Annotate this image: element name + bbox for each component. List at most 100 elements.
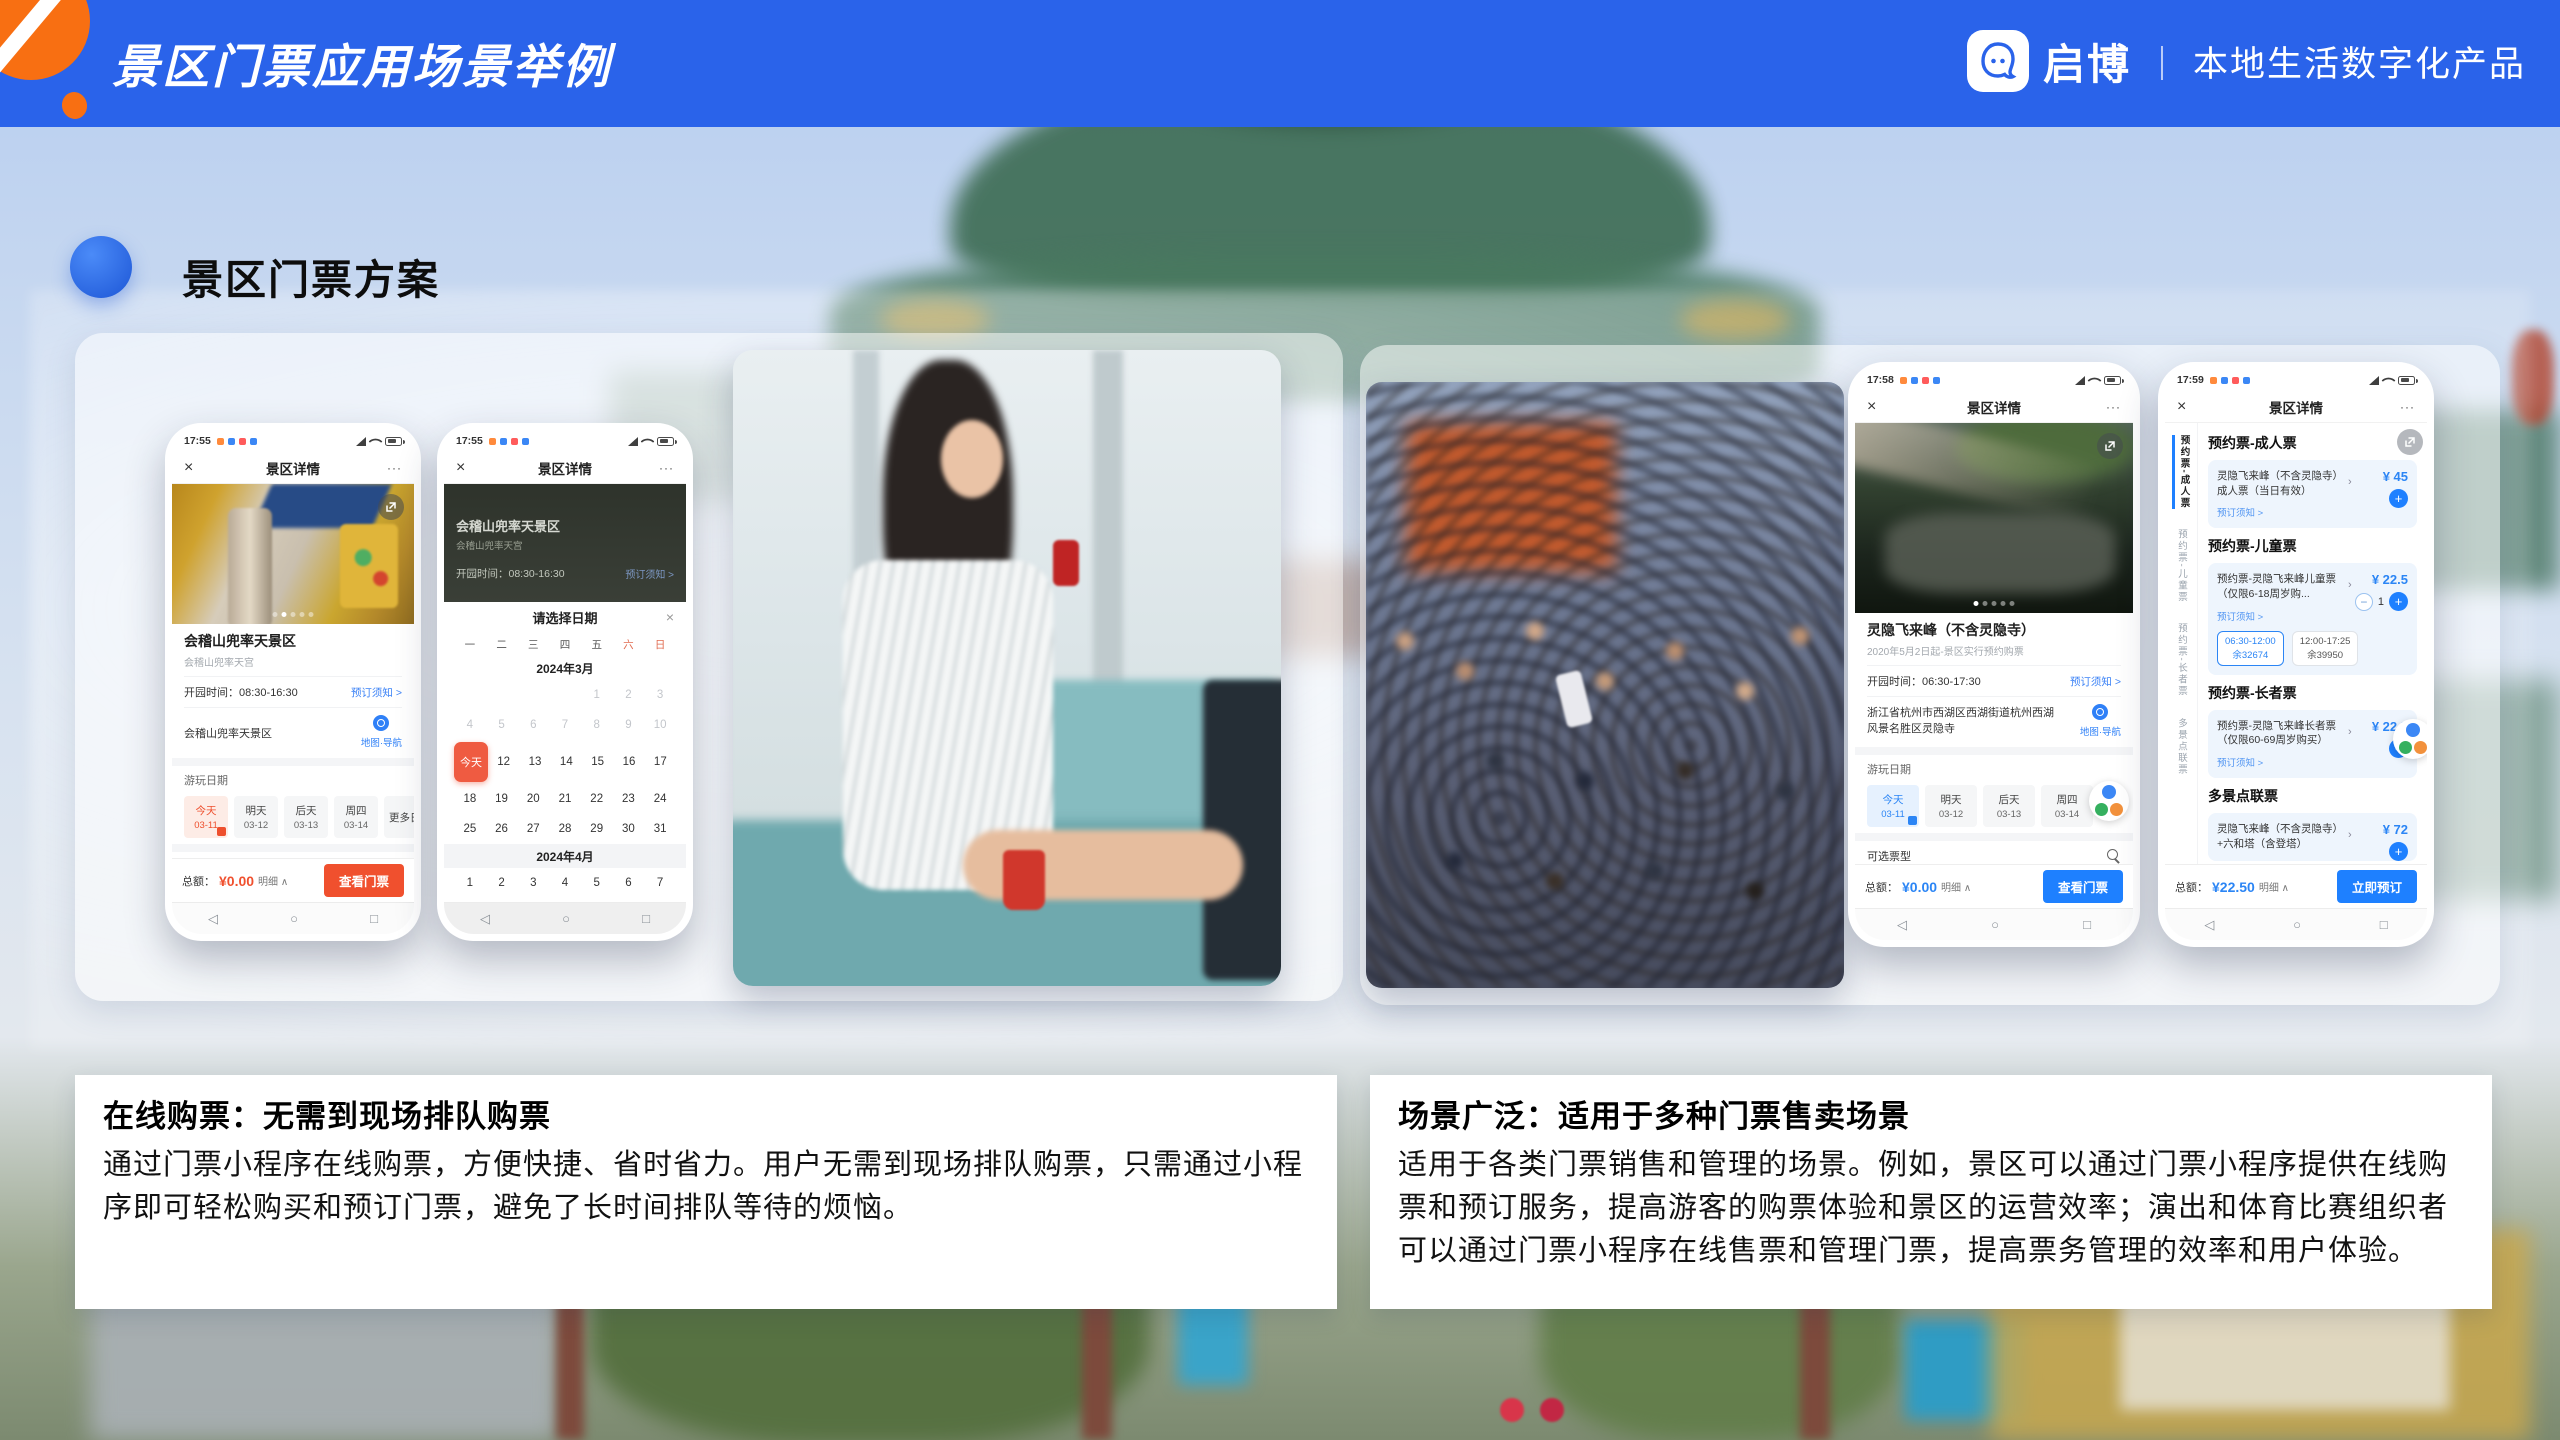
android-back-button[interactable]: ◁ [480,911,490,927]
calendar-day[interactable]: 30 [613,814,645,844]
search-icon[interactable] [2107,849,2121,863]
calendar-day[interactable]: 3 [517,868,549,898]
android-home-button[interactable]: ○ [562,911,570,926]
date-chip-tomorrow[interactable]: 明天03-12 [234,796,278,838]
calendar-day[interactable]: 16 [613,740,644,784]
calendar-today[interactable]: 今天 [454,740,488,784]
calendar-day[interactable]: 8 [581,710,613,740]
detail-toggle[interactable]: 明细 ∧ [258,873,288,888]
close-icon[interactable]: × [184,459,206,477]
ticket-card-combo[interactable]: 灵隐飞来峰（不含灵隐寺）+六和塔（含登塔） › ¥ 72 + [2208,813,2417,860]
calendar-day[interactable]: 29 [581,814,613,844]
calendar-day[interactable]: 14 [551,740,582,784]
more-icon[interactable]: ··· [380,461,402,475]
detail-toggle[interactable]: 明细 ∧ [1941,879,1971,894]
share-icon[interactable] [2397,429,2423,455]
modal-close-icon[interactable]: × [666,609,674,625]
calendar-day[interactable]: 2 [486,868,518,898]
more-icon[interactable]: ··· [652,461,674,475]
calendar-day[interactable]: 10 [644,710,676,740]
ticket-card-senior[interactable]: 预约票-灵隐飞来峰长者票（仅限60-69周岁购买） › ¥ 22.5 + 预订须… [2208,710,2417,778]
view-tickets-button[interactable]: 查看门票 [2043,870,2123,903]
calendar-day[interactable]: 19 [486,784,518,814]
share-icon[interactable] [378,494,404,520]
date-chip-day3[interactable]: 后天03-13 [284,796,328,838]
plus-button[interactable]: + [2389,592,2408,611]
date-chip-today[interactable]: 今天03-11 [184,796,228,838]
calendar-day[interactable]: 5 [486,710,518,740]
calendar-day[interactable]: 22 [581,784,613,814]
android-recents-button[interactable]: □ [2083,917,2091,932]
book-now-button[interactable]: 立即预订 [2337,870,2417,903]
close-icon[interactable]: × [456,459,478,477]
calendar-day[interactable]: 6 [613,868,645,898]
calendar-day[interactable]: 28 [549,814,581,844]
date-chip-today[interactable]: 今天03-11 [1867,785,1919,827]
share-icon[interactable] [2097,433,2123,459]
calendar-day[interactable]: 17 [645,740,676,784]
ticket-card-adult[interactable]: 灵隐飞来峰（不含灵隐寺）成人票（当日有效） › ¥ 45 + 预订须知 > [2208,460,2417,528]
detail-toggle[interactable]: 明细 ∧ [2259,879,2289,894]
calendar-day[interactable]: 1 [581,680,613,710]
calendar-day[interactable]: 25 [454,814,486,844]
calendar-day[interactable]: 9 [613,710,645,740]
date-chip-day4[interactable]: 周四03-14 [334,796,378,838]
date-chip-tomorrow[interactable]: 明天03-12 [1925,785,1977,827]
miniprogram-ball-icon[interactable] [2089,781,2129,821]
android-home-button[interactable]: ○ [2293,917,2301,932]
calendar-day[interactable]: 4 [549,868,581,898]
calendar-day[interactable]: 15 [582,740,613,784]
date-chip-day4[interactable]: 周四03-14 [2041,785,2093,827]
map-nav-button[interactable]: 地图·导航 [2080,704,2121,740]
calendar-day[interactable]: 3 [644,680,676,710]
minus-button[interactable]: − [2355,593,2373,611]
tab-adult-ticket[interactable]: 预约票-成人票 [2172,435,2191,509]
calendar-day[interactable]: 13 [519,740,550,784]
calendar-day[interactable]: 6 [517,710,549,740]
more-dates-chip[interactable]: 更多日期 [384,796,414,838]
more-icon[interactable]: ··· [2099,400,2121,414]
booking-notice-link[interactable]: 预订须知 > [351,685,402,700]
add-ticket-button[interactable]: + [2389,842,2408,861]
tab-senior-ticket[interactable]: 预约票-长者票 [2174,623,2188,697]
tab-combo-ticket[interactable]: 多景点联票 [2174,718,2188,776]
calendar-day[interactable]: 31 [644,814,676,844]
calendar-day[interactable]: 5 [581,868,613,898]
time-slot-morning[interactable]: 06:30-12:00余32674 [2217,631,2284,666]
calendar-day[interactable]: 1 [454,868,486,898]
calendar-day[interactable]: 23 [613,784,645,814]
ticket-card-child[interactable]: 预约票-灵隐飞来峰儿童票（仅限6-18周岁购... › ¥ 22.5 − 1 +… [2208,563,2417,674]
more-icon[interactable]: ··· [2393,400,2415,414]
calendar-day[interactable]: 21 [549,784,581,814]
calendar-day[interactable]: 7 [644,868,676,898]
booking-notice-link[interactable]: 预订须知 > [2217,755,2408,769]
android-back-button[interactable]: ◁ [2204,917,2214,933]
calendar-day[interactable]: 18 [454,784,486,814]
booking-notice-link[interactable]: 预订须知 > [2070,674,2121,689]
android-home-button[interactable]: ○ [1991,917,1999,932]
calendar-day[interactable]: 12 [488,740,519,784]
android-back-button[interactable]: ◁ [1897,917,1907,933]
tab-child-ticket[interactable]: 预约票-儿童票 [2174,529,2188,603]
android-recents-button[interactable]: □ [2380,917,2388,932]
view-tickets-button[interactable]: 查看门票 [324,864,404,897]
android-back-button[interactable]: ◁ [208,911,218,927]
map-nav-button[interactable]: 地图·导航 [361,715,402,751]
close-icon[interactable]: × [2177,398,2199,416]
calendar-day[interactable]: 27 [517,814,549,844]
calendar-day[interactable]: 26 [486,814,518,844]
android-home-button[interactable]: ○ [290,911,298,926]
calendar-day[interactable]: 7 [549,710,581,740]
time-slot-afternoon[interactable]: 12:00-17:25余39950 [2292,631,2359,666]
calendar-day[interactable]: 20 [517,784,549,814]
android-recents-button[interactable]: □ [370,911,378,926]
calendar-day[interactable]: 2 [613,680,645,710]
add-ticket-button[interactable]: + [2389,489,2408,508]
calendar-day[interactable]: 24 [644,784,676,814]
close-icon[interactable]: × [1867,398,1889,416]
android-recents-button[interactable]: □ [642,911,650,926]
miniprogram-ball-icon[interactable] [2393,719,2427,759]
date-chip-day3[interactable]: 后天03-13 [1983,785,2035,827]
booking-notice-link[interactable]: 预订须知 > [2217,505,2408,519]
calendar-day[interactable]: 4 [454,710,486,740]
